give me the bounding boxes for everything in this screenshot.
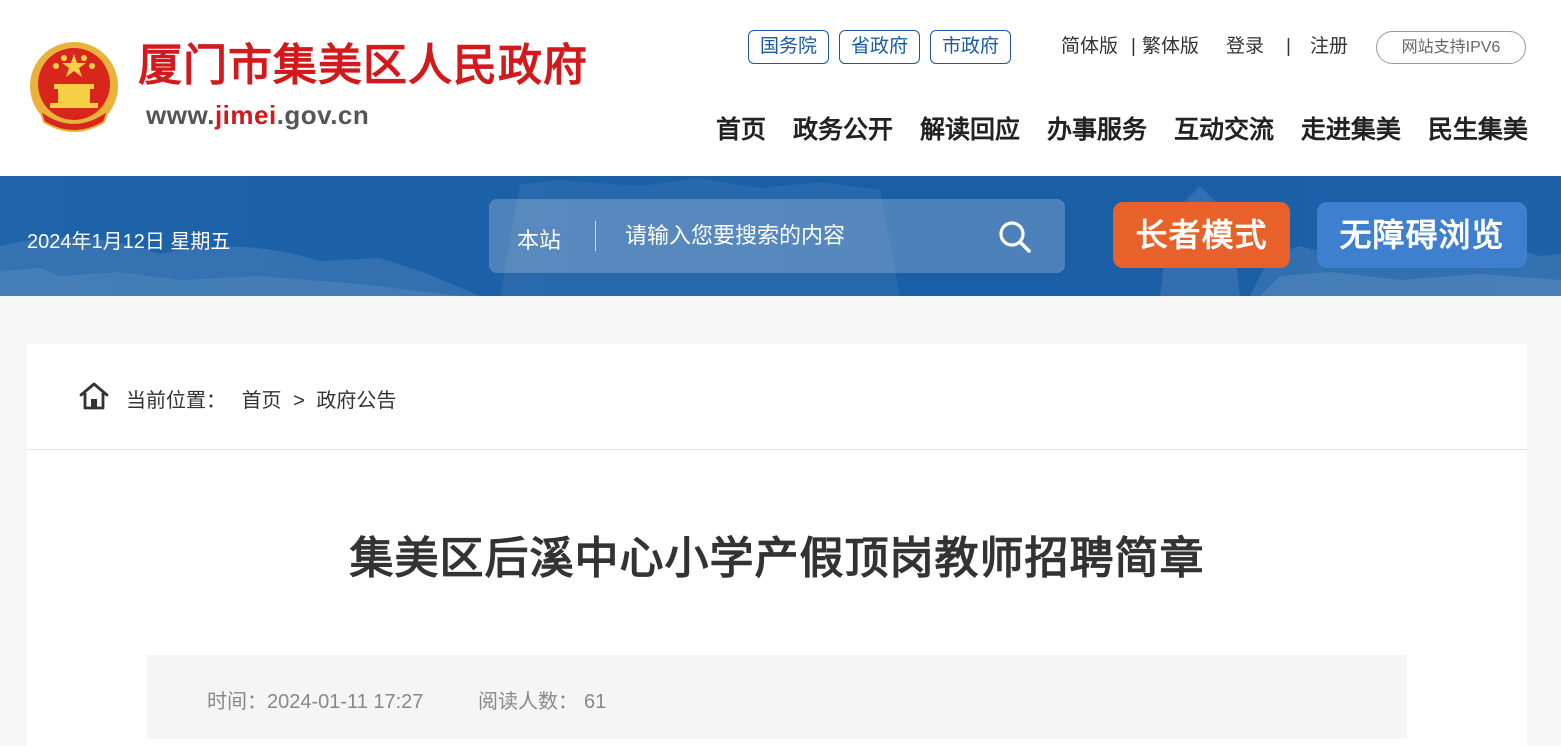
domain-suffix: .gov.cn [276, 100, 370, 130]
register-link[interactable]: 注册 [1310, 34, 1348, 60]
nav-item-livelihood[interactable]: 民生集美 [1428, 110, 1528, 146]
lang-simplified-link[interactable]: 简体版 [1061, 34, 1118, 60]
ipv6-badge: 网站支持IPV6 [1376, 31, 1526, 64]
search-divider [595, 221, 596, 251]
article-meta: 时间：2024-01-11 17:27 阅读人数： 61 [147, 655, 1407, 739]
national-emblem-icon[interactable] [28, 40, 120, 134]
gov-link-province[interactable]: 省政府 [839, 30, 921, 64]
publish-time-value: 2024-01-11 17:27 [267, 691, 424, 713]
domain-prefix: www. [146, 100, 215, 130]
main-nav: 首页 政务公开 解读回应 办事服务 互动交流 走进集美 民生集美 [716, 110, 1528, 146]
publish-time-label: 时间： [207, 691, 267, 713]
lang-separator: | [1131, 36, 1136, 57]
home-icon[interactable] [78, 380, 110, 412]
nav-item-home[interactable]: 首页 [716, 110, 766, 146]
nav-item-about-jimei[interactable]: 走进集美 [1301, 110, 1401, 146]
domain-highlight: jimei [214, 100, 277, 130]
search-input[interactable] [625, 217, 985, 255]
nav-item-interpretation[interactable]: 解读回应 [920, 110, 1020, 146]
view-count: 阅读人数： 61 [478, 685, 606, 714]
search-box: 本站 [489, 199, 1065, 273]
elder-mode-button[interactable]: 长者模式 [1113, 202, 1290, 268]
breadcrumb-home-link[interactable]: 首页 [242, 390, 282, 412]
breadcrumb: 当前位置： 首页 > 政府公告 [27, 344, 1527, 450]
view-count-value: 61 [584, 691, 607, 713]
lang-traditional-link[interactable]: 繁体版 [1142, 34, 1199, 60]
breadcrumb-label: 当前位置： [126, 390, 226, 412]
search-icon[interactable] [997, 219, 1033, 255]
accessible-browse-button[interactable]: 无障碍浏览 [1317, 202, 1527, 268]
banner: 2024年1月12日 星期五 本站 长者模式 无障碍浏览 [0, 176, 1561, 296]
nav-item-open-gov[interactable]: 政务公开 [793, 110, 893, 146]
site-domain: www.jimei.gov.cn [146, 100, 369, 131]
publish-time: 时间：2024-01-11 17:27 [207, 685, 423, 714]
view-count-label: 阅读人数： [478, 691, 578, 713]
content-panel: 当前位置： 首页 > 政府公告 集美区后溪中心小学产假顶岗教师招聘简章 时间：2… [27, 344, 1527, 746]
site-title[interactable]: 厦门市集美区人民政府 [138, 40, 588, 92]
site-header: 厦门市集美区人民政府 www.jimei.gov.cn 国务院 省政府 市政府 … [0, 0, 1561, 176]
login-link[interactable]: 登录 [1226, 34, 1264, 60]
gov-link-city[interactable]: 市政府 [930, 30, 1012, 64]
current-date: 2024年1月12日 星期五 [27, 231, 231, 253]
auth-separator: | [1286, 36, 1291, 57]
article-title: 集美区后溪中心小学产假顶岗教师招聘简章 [349, 534, 1205, 583]
breadcrumb-trail: 当前位置： 首页 > 政府公告 [126, 384, 396, 413]
search-scope[interactable]: 本站 [517, 223, 561, 255]
nav-item-services[interactable]: 办事服务 [1047, 110, 1147, 146]
gov-links: 国务院 省政府 市政府 [748, 30, 1012, 64]
breadcrumb-current-link[interactable]: 政府公告 [316, 390, 396, 412]
gov-link-state-council[interactable]: 国务院 [748, 30, 830, 64]
nav-item-interaction[interactable]: 互动交流 [1174, 110, 1274, 146]
breadcrumb-separator: > [293, 390, 305, 412]
